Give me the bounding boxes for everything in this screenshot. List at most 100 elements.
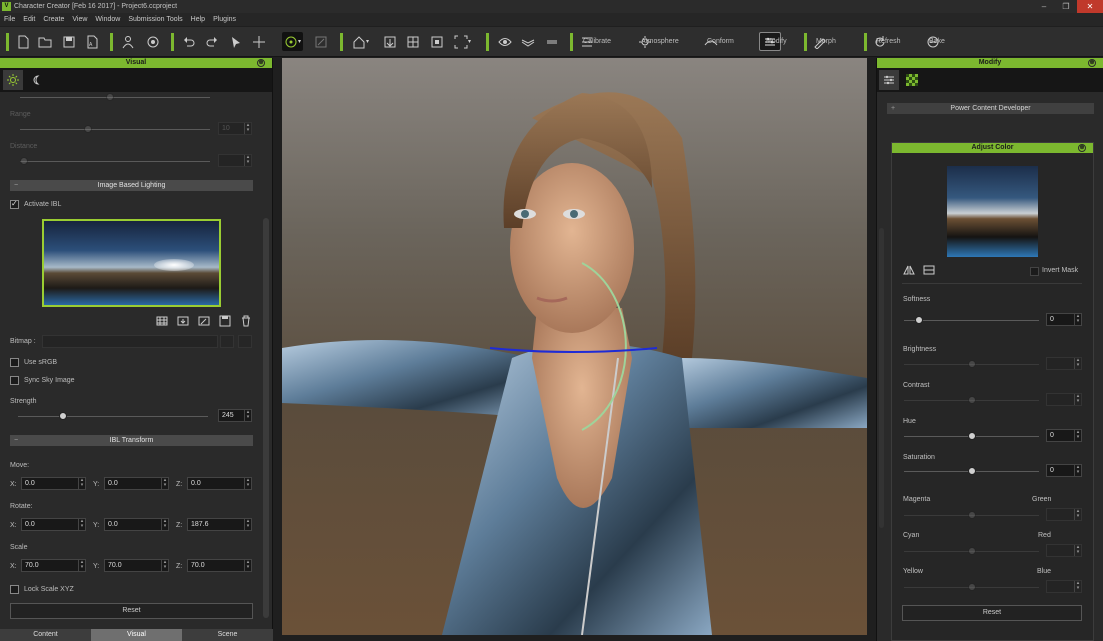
strength-spinbox[interactable]: 245 ▴ ▾ <box>218 409 252 422</box>
move-x-spinbox[interactable]: 0.0 ▴ ▾ <box>21 477 86 490</box>
load-image-icon[interactable] <box>176 314 190 328</box>
scale-x-label: X: <box>10 563 17 570</box>
refresh-button[interactable]: Refresh <box>873 32 901 51</box>
minimize-button[interactable]: – <box>1033 0 1055 13</box>
moon-icon[interactable] <box>26 70 46 90</box>
invert-mask-checkbox[interactable] <box>1030 267 1039 276</box>
yellow-blue-slider-knob <box>968 583 976 591</box>
ibl-reset-button[interactable]: Reset <box>10 603 253 619</box>
menu-edit[interactable]: Edit <box>19 13 39 26</box>
redo-icon[interactable] <box>205 32 219 51</box>
pcd-section-header[interactable]: + Power Content Developer <box>887 103 1094 114</box>
texture-preview-thumbnail[interactable] <box>947 166 1038 257</box>
right-panel-scrollbar[interactable] <box>879 228 884 528</box>
conform-button[interactable]: Conform <box>704 32 734 51</box>
tab-scene[interactable]: Scene <box>182 629 273 641</box>
scale-y-spinbox[interactable]: 70.0 ▴ ▾ <box>104 559 169 572</box>
modify-button[interactable]: Modify <box>759 32 787 51</box>
adjust-color-close-icon[interactable]: ⊗ <box>1078 144 1086 152</box>
sliders-icon[interactable] <box>879 70 899 90</box>
bake-button[interactable]: Bake <box>926 32 945 51</box>
scale-x-spinbox[interactable]: 70.0 ▴ ▾ <box>21 559 86 572</box>
checker-texture-icon[interactable] <box>902 70 922 90</box>
open-folder-icon[interactable] <box>38 32 52 51</box>
strength-slider-knob[interactable] <box>59 412 67 420</box>
export-icon[interactable]: A <box>85 32 99 51</box>
morph-button[interactable]: Morph <box>813 32 836 51</box>
scale-z-spinbox[interactable]: 70.0 ▴ ▾ <box>187 559 252 572</box>
strength-label: Strength <box>10 398 37 405</box>
3d-viewport[interactable] <box>282 58 867 635</box>
new-file-icon[interactable] <box>16 32 30 51</box>
menu-plugins[interactable]: Plugins <box>209 13 240 26</box>
bitmap-clear-button[interactable] <box>238 335 252 348</box>
modify-close-icon[interactable]: ⊗ <box>1088 59 1096 67</box>
menu-create[interactable]: Create <box>39 13 68 26</box>
strength-slider[interactable] <box>18 416 208 417</box>
character-icon[interactable] <box>121 32 135 51</box>
adjust-color-reset-button[interactable]: Reset <box>902 605 1082 621</box>
close-button[interactable]: ✕ <box>1077 0 1103 13</box>
move-x-label: X: <box>10 481 17 488</box>
softness-slider[interactable] <box>904 320 1039 321</box>
rotate-x-spinbox[interactable]: 0.0 ▴ ▾ <box>21 518 86 531</box>
maximize-button[interactable]: ❐ <box>1055 0 1077 13</box>
align-bottom-icon[interactable] <box>383 32 397 51</box>
menu-submission-tools[interactable]: Submission Tools <box>124 13 186 26</box>
hue-spinbox[interactable]: 0 ▴ ▾ <box>1046 429 1082 442</box>
fit-view-icon[interactable]: ▾ <box>454 32 471 51</box>
use-srgb-checkbox[interactable] <box>10 358 19 367</box>
panel-close-icon[interactable]: ⊗ <box>257 59 265 67</box>
lock-scale-checkbox[interactable] <box>10 585 19 594</box>
bitmap-path-field[interactable] <box>42 335 218 348</box>
scale-y-label: Y: <box>93 563 100 570</box>
grid-icon[interactable] <box>155 314 169 328</box>
undo-icon[interactable] <box>182 32 196 51</box>
edit-image-icon[interactable] <box>197 314 211 328</box>
wireframe-icon[interactable] <box>521 32 535 51</box>
yellow-blue-spinbox: ▴ ▾ <box>1046 580 1082 593</box>
rotate-z-spinbox[interactable]: 187.6 ▴ ▾ <box>187 518 252 531</box>
move-icon[interactable] <box>252 32 266 51</box>
softness-spinbox[interactable]: 0 ▴ ▾ <box>1046 313 1082 326</box>
tab-content[interactable]: Content <box>0 629 91 641</box>
sync-sky-image-checkbox[interactable] <box>10 376 19 385</box>
save-image-icon[interactable] <box>218 314 232 328</box>
ibl-section-header[interactable]: − Image Based Lighting <box>10 180 253 191</box>
flip-horizontal-icon[interactable] <box>902 263 916 277</box>
menu-window[interactable]: Window <box>91 13 124 26</box>
gradient-mask-icon[interactable] <box>922 263 936 277</box>
camera-icon[interactable] <box>146 32 160 51</box>
xray-icon[interactable] <box>545 32 559 51</box>
calibrate-button[interactable]: Calibrate <box>580 32 611 51</box>
ibl-transform-section-header[interactable]: − IBL Transform <box>10 435 253 446</box>
delete-icon[interactable] <box>239 314 253 328</box>
frame-selected-icon[interactable] <box>430 32 444 51</box>
move-z-spinbox[interactable]: 0.0 ▴ ▾ <box>187 477 252 490</box>
saturation-slider-knob[interactable] <box>968 467 976 475</box>
bitmap-browse-button[interactable] <box>220 335 234 348</box>
menu-help[interactable]: Help <box>187 13 209 26</box>
left-panel-scrollbar[interactable] <box>263 218 269 618</box>
select-arrow-icon[interactable] <box>229 32 243 51</box>
eye-icon[interactable] <box>498 32 512 51</box>
tab-visual[interactable]: Visual <box>91 629 182 641</box>
activate-ibl-checkbox[interactable] <box>10 199 19 209</box>
menu-file[interactable]: File <box>0 13 19 26</box>
hue-slider-knob[interactable] <box>968 432 976 440</box>
sun-icon[interactable] <box>3 70 23 90</box>
softness-slider-knob[interactable] <box>915 316 923 324</box>
rotate-tool-icon[interactable]: ▾ <box>282 32 304 51</box>
saturation-spinbox[interactable]: 0 ▴ ▾ <box>1046 464 1082 477</box>
atmosphere-button[interactable]: Atmosphere <box>638 32 679 51</box>
distance-slider-knob <box>20 157 28 165</box>
contrast-slider-knob <box>968 396 976 404</box>
scale-tool-icon[interactable] <box>314 32 328 51</box>
menu-view[interactable]: View <box>68 13 91 26</box>
save-icon[interactable] <box>62 32 76 51</box>
home-icon[interactable]: ▾ <box>352 32 369 51</box>
rotate-y-spinbox[interactable]: 0.0 ▴ ▾ <box>104 518 169 531</box>
frame-all-icon[interactable] <box>406 32 420 51</box>
ibl-hdri-thumbnail[interactable] <box>42 219 221 307</box>
move-y-spinbox[interactable]: 0.0 ▴ ▾ <box>104 477 169 490</box>
